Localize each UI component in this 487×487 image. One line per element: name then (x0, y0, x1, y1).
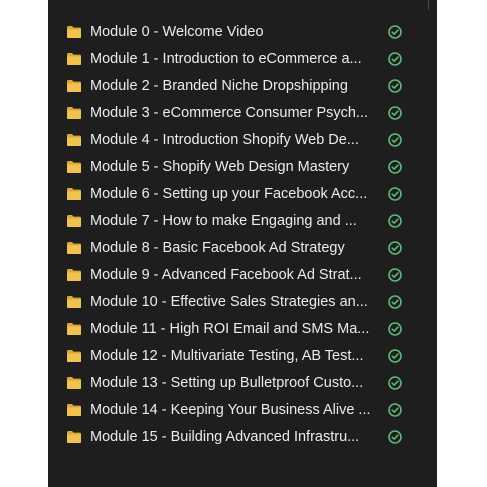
folder-row[interactable]: Module 9 - Advanced Facebook Ad Strat... (48, 262, 437, 289)
synced-check-icon (388, 133, 402, 147)
folder-name: Module 14 - Keeping Your Business Alive … (90, 402, 371, 418)
folder-row[interactable]: Module 13 - Setting up Bulletproof Custo… (48, 370, 437, 397)
folder-icon (66, 24, 82, 40)
folder-name: Module 2 - Branded Niche Dropshipping (90, 78, 348, 94)
folder-row[interactable]: Module 4 - Introduction Shopify Web De..… (48, 127, 437, 154)
folder-icon (66, 321, 82, 337)
folder-row[interactable]: Module 5 - Shopify Web Design Mastery (48, 154, 437, 181)
synced-check-icon (388, 241, 402, 255)
folder-name: Module 4 - Introduction Shopify Web De..… (90, 132, 359, 148)
folder-row[interactable]: Module 2 - Branded Niche Dropshipping (48, 73, 437, 100)
folder-name: Module 1 - Introduction to eCommerce a..… (90, 51, 362, 67)
column-divider[interactable] (428, 0, 429, 10)
folder-row[interactable]: Module 8 - Basic Facebook Ad Strategy (48, 235, 437, 262)
folder-icon (66, 159, 82, 175)
folder-row[interactable]: Module 0 - Welcome Video (48, 19, 437, 46)
folder-row[interactable]: Module 3 - eCommerce Consumer Psych... (48, 100, 437, 127)
folder-name: Module 11 - High ROI Email and SMS Ma... (90, 321, 370, 337)
synced-check-icon (388, 430, 402, 444)
folder-name: Module 8 - Basic Facebook Ad Strategy (90, 240, 345, 256)
folder-row[interactable]: Module 7 - How to make Engaging and ... (48, 208, 437, 235)
synced-check-icon (388, 403, 402, 417)
folder-name: Module 3 - eCommerce Consumer Psych... (90, 105, 369, 121)
folder-icon (66, 402, 82, 418)
folder-name: Module 12 - Multivariate Testing, AB Tes… (90, 348, 364, 364)
folder-name: Module 5 - Shopify Web Design Mastery (90, 159, 350, 175)
folder-row[interactable]: Module 15 - Building Advanced Infrastru.… (48, 424, 437, 451)
folder-row[interactable]: Module 10 - Effective Sales Strategies a… (48, 289, 437, 316)
folder-name: Module 0 - Welcome Video (90, 24, 264, 40)
folder-row[interactable]: Module 12 - Multivariate Testing, AB Tes… (48, 343, 437, 370)
folder-name: Module 9 - Advanced Facebook Ad Strat... (90, 267, 362, 283)
folder-icon (66, 186, 82, 202)
synced-check-icon (388, 268, 402, 282)
folder-row[interactable]: Module 11 - High ROI Email and SMS Ma... (48, 316, 437, 343)
folder-icon (66, 240, 82, 256)
folder-icon (66, 213, 82, 229)
folder-icon (66, 375, 82, 391)
synced-check-icon (388, 52, 402, 66)
synced-check-icon (388, 376, 402, 390)
folder-row[interactable]: Module 6 - Setting up your Facebook Acc.… (48, 181, 437, 208)
folder-name: Module 10 - Effective Sales Strategies a… (90, 294, 368, 310)
synced-check-icon (388, 160, 402, 174)
folder-name: Module 13 - Setting up Bulletproof Custo… (90, 375, 364, 391)
folder-list: Module 0 - Welcome Video Module 1 - Intro… (48, 19, 437, 451)
synced-check-icon (388, 79, 402, 93)
folder-icon (66, 294, 82, 310)
synced-check-icon (388, 349, 402, 363)
synced-check-icon (388, 322, 402, 336)
folder-icon (66, 78, 82, 94)
folder-row[interactable]: Module 14 - Keeping Your Business Alive … (48, 397, 437, 424)
folder-icon (66, 267, 82, 283)
folder-row[interactable]: Module 1 - Introduction to eCommerce a..… (48, 46, 437, 73)
synced-check-icon (388, 214, 402, 228)
synced-check-icon (388, 295, 402, 309)
synced-check-icon (388, 106, 402, 120)
folder-icon (66, 132, 82, 148)
folder-name: Module 7 - How to make Engaging and ... (90, 213, 357, 229)
synced-check-icon (388, 25, 402, 39)
file-explorer-panel: Module 0 - Welcome Video Module 1 - Intro… (48, 0, 437, 487)
folder-icon (66, 348, 82, 364)
folder-icon (66, 429, 82, 445)
folder-icon (66, 51, 82, 67)
folder-name: Module 15 - Building Advanced Infrastru.… (90, 429, 360, 445)
folder-icon (66, 105, 82, 121)
folder-name: Module 6 - Setting up your Facebook Acc.… (90, 186, 368, 202)
synced-check-icon (388, 187, 402, 201)
